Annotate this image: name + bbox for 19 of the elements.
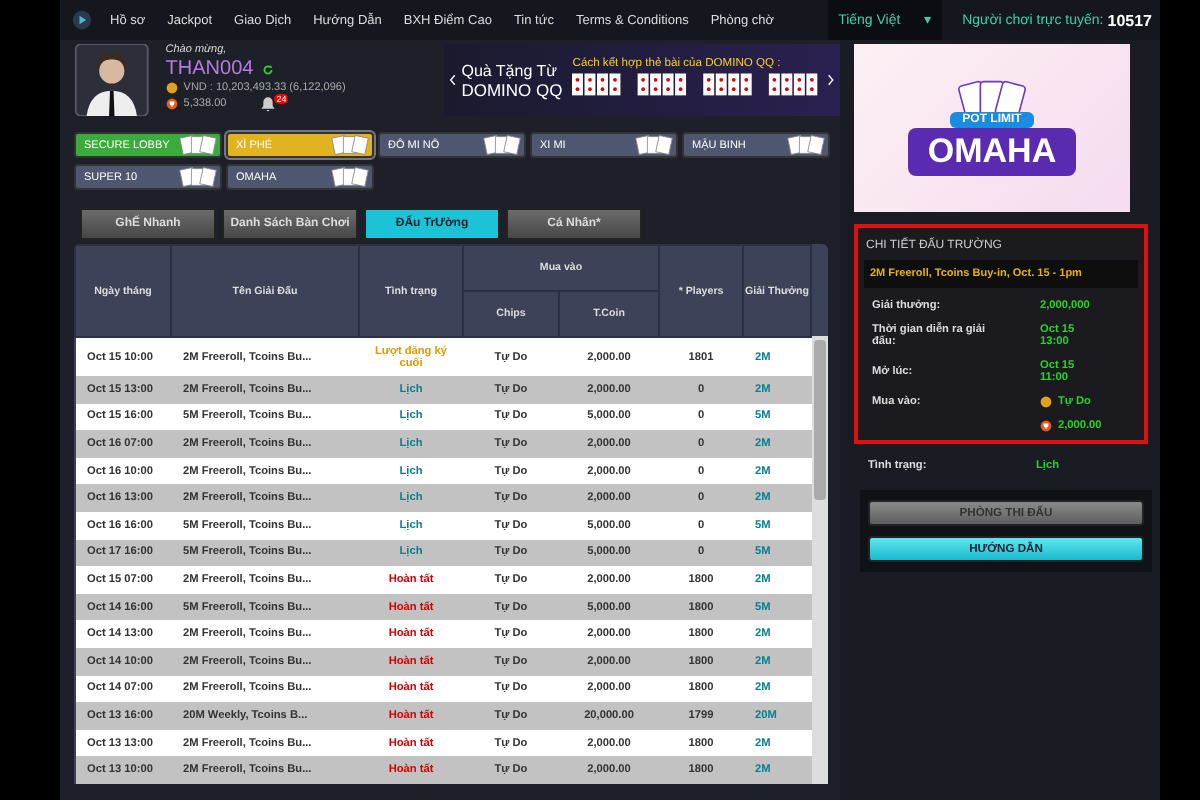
ad-title: OMAHA (907, 128, 1077, 176)
cards-icon (330, 166, 370, 188)
coin-icon (165, 82, 178, 94)
scrollbar[interactable] (812, 336, 828, 784)
avatar-silhouette (74, 44, 150, 116)
coin-icon (1040, 396, 1052, 409)
cards-icon (634, 134, 674, 156)
cards-icon (178, 134, 218, 156)
refresh-icon[interactable] (261, 63, 274, 75)
username: THAN004 (165, 58, 254, 80)
bell-icon[interactable] (260, 96, 277, 112)
cards-icon (330, 134, 370, 156)
online-players-count: 10517 (1107, 11, 1152, 29)
cards-icon (482, 134, 522, 156)
cards-icon (178, 166, 218, 188)
banner-title: Quà Tặng Từ (461, 61, 559, 79)
cards-icon (786, 134, 826, 156)
play-logo-icon[interactable] (72, 10, 92, 30)
banner-brand: DOMINO QQ (461, 79, 565, 99)
